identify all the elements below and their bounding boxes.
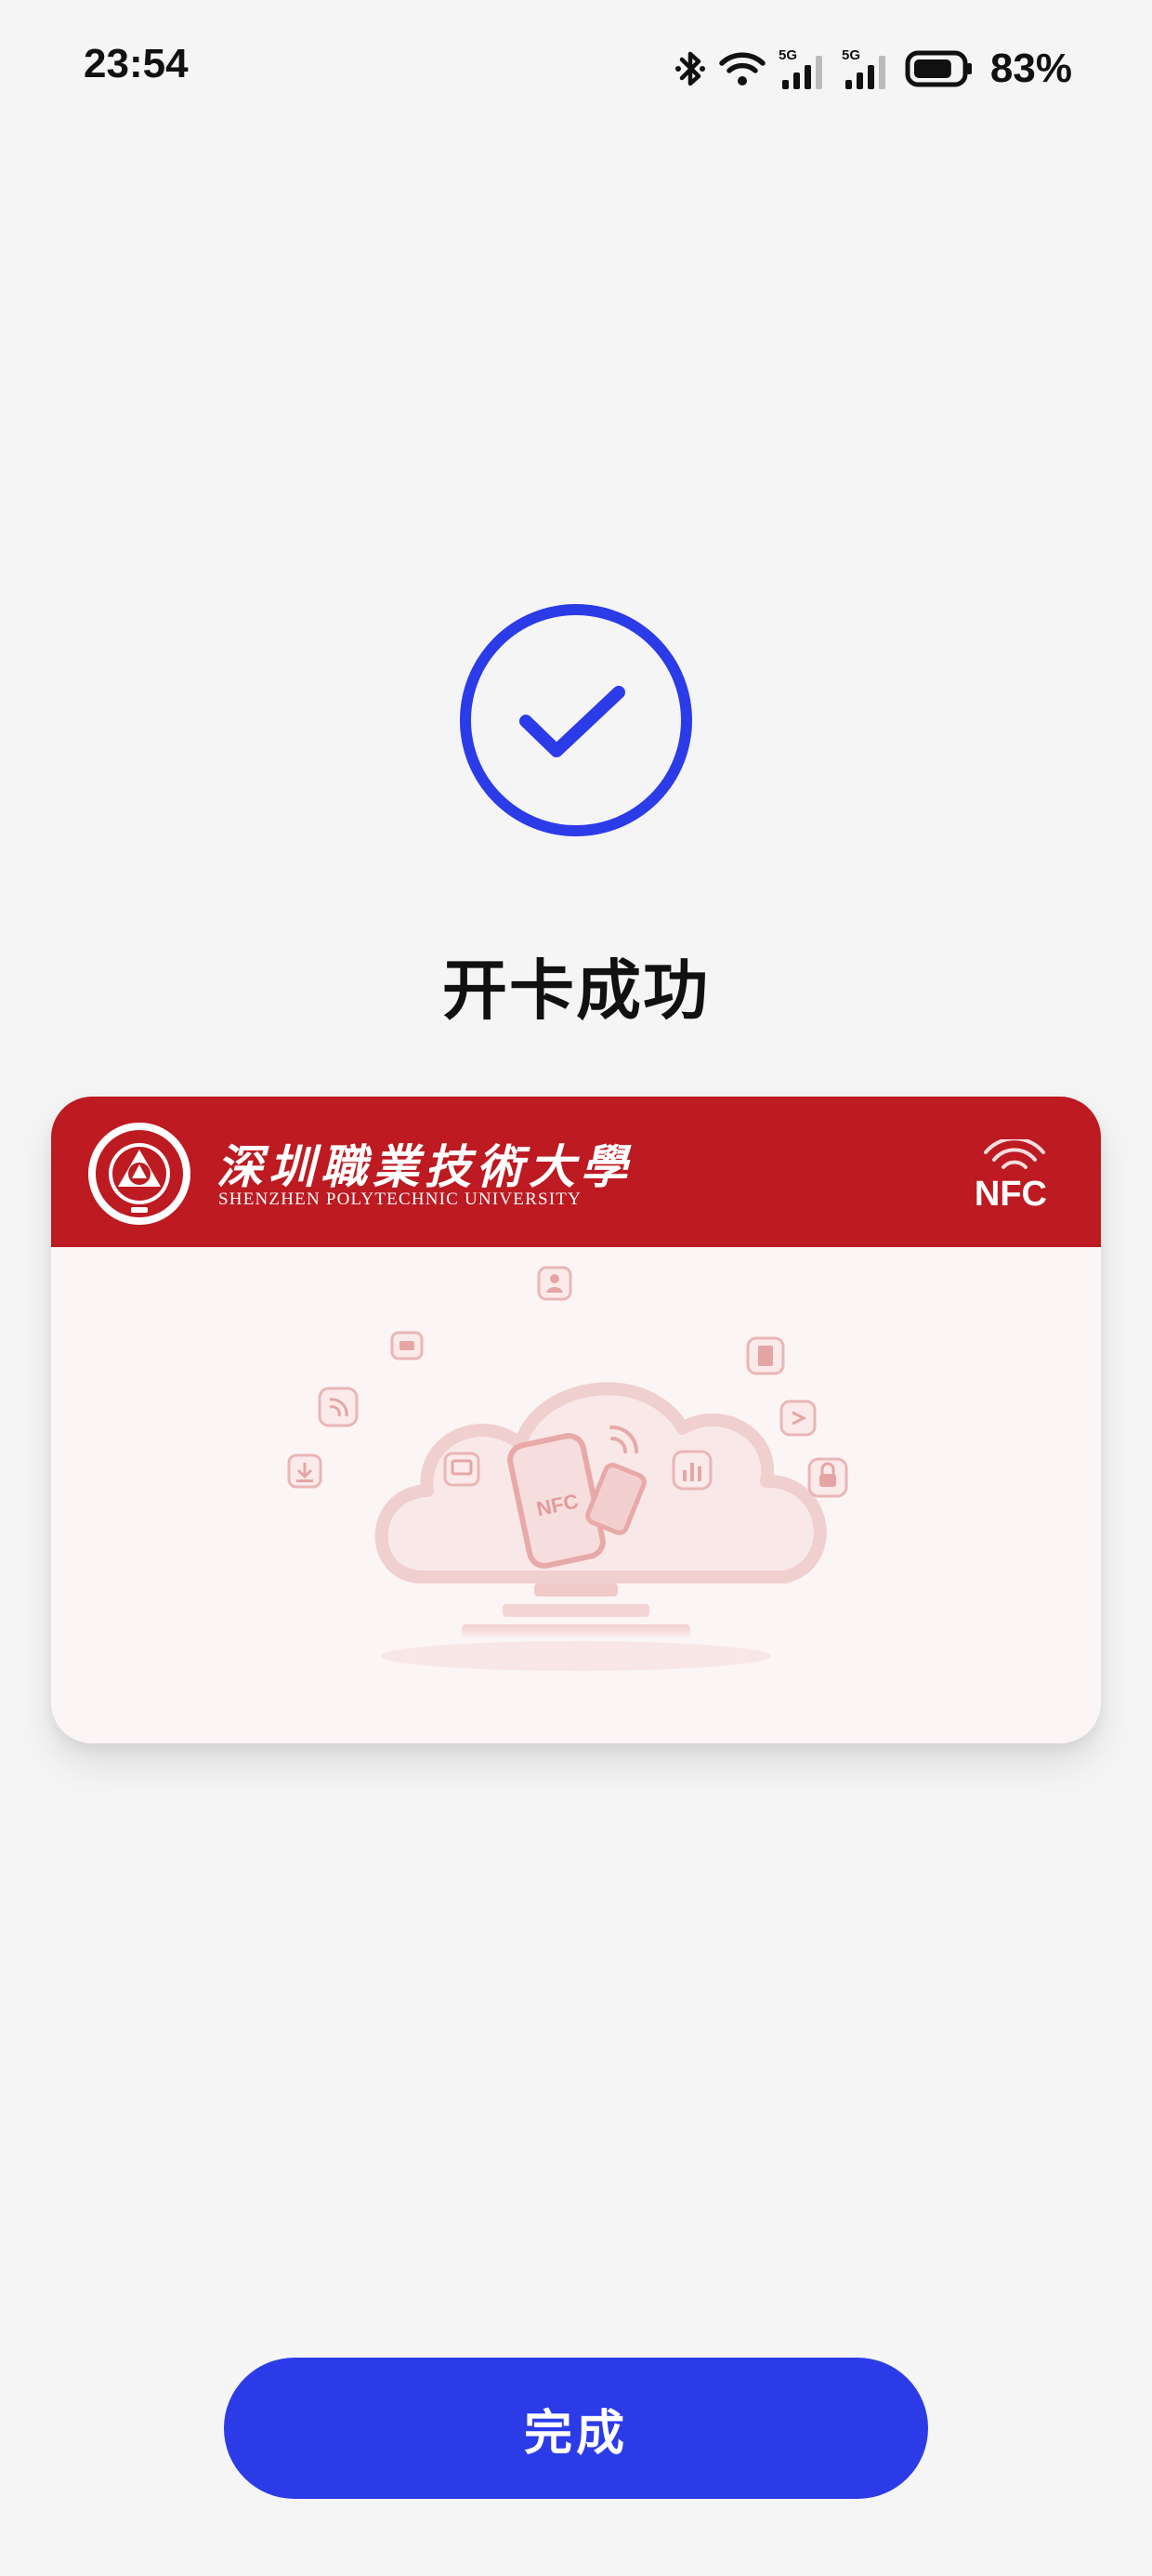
- battery-percent: 83%: [989, 46, 1072, 91]
- done-button[interactable]: 完成: [224, 2358, 928, 2499]
- nfc-campus-card: 深圳職業技術大學 SHENZHEN POLYTECHNIC UNIVERSITY…: [51, 1097, 1101, 1743]
- nfc-label: NFC: [974, 1175, 1047, 1214]
- card-header: 深圳職業技術大學 SHENZHEN POLYTECHNIC UNIVERSITY…: [51, 1097, 1101, 1247]
- school-name-cn: 深圳職業技術大學: [216, 1139, 633, 1194]
- network-type-label-1: 5G: [779, 47, 797, 63]
- nfc-card-success-screen: 23:54 5G 5G 83% 开卡成功 深圳職業技術大學 SHENZHEN P…: [0, 0, 1152, 2576]
- bluetooth-icon: [674, 48, 706, 89]
- school-name-en: SHENZHEN POLYTECHNIC UNIVERSITY: [218, 1189, 583, 1209]
- network-type-label-2: 5G: [842, 47, 860, 63]
- check-circle-icon: [458, 602, 694, 838]
- wifi-box-icon: [318, 1387, 359, 1427]
- lock-icon: [807, 1457, 848, 1498]
- status-icons: 5G 5G 83%: [674, 41, 1072, 97]
- chart-icon: [672, 1450, 713, 1491]
- signal-5g-icon: 5G: [779, 46, 829, 91]
- status-time: 23:54: [84, 41, 189, 86]
- monitor-icon: [443, 1452, 480, 1487]
- university-logo: [86, 1121, 192, 1227]
- message-icon: [390, 1331, 424, 1360]
- battery-icon: [905, 49, 974, 88]
- share-icon: [779, 1400, 817, 1437]
- download-icon: [287, 1453, 322, 1489]
- document-icon: [746, 1336, 785, 1375]
- signal-5g-icon: 5G: [842, 46, 892, 91]
- success-title: 开卡成功: [442, 953, 710, 1029]
- cloud-illustration: NFC: [51, 1247, 1101, 1743]
- wifi-icon: [719, 50, 766, 87]
- nfc-waves-icon: [982, 1137, 1047, 1171]
- status-bar: 23:54 5G 5G 83%: [0, 0, 1152, 130]
- user-icon: [537, 1266, 572, 1301]
